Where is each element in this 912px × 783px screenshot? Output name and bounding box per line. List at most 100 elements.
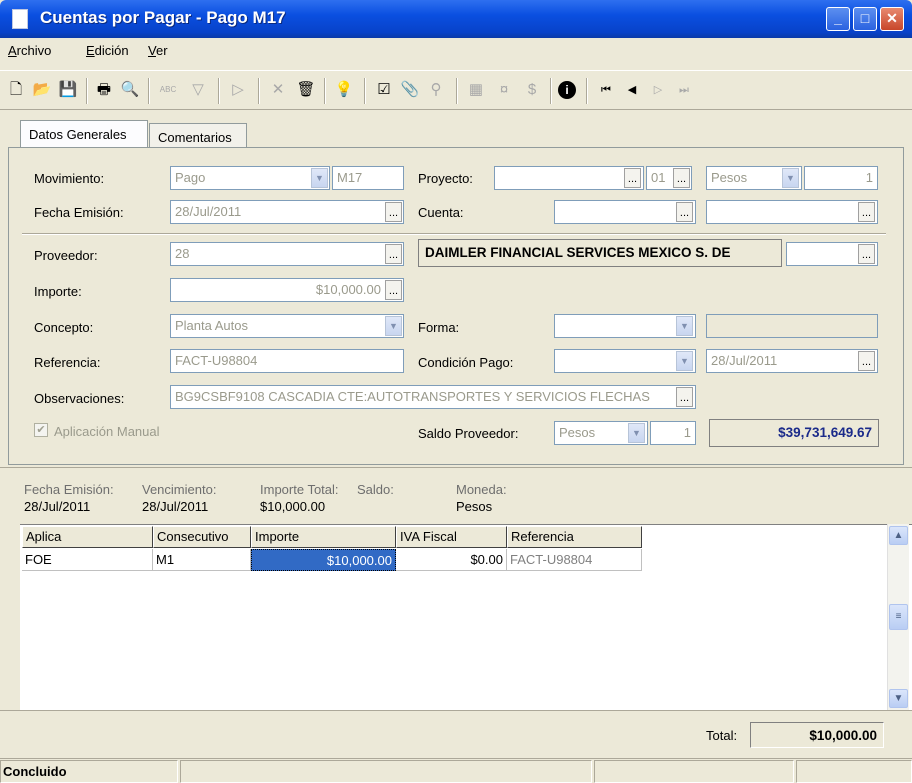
movimiento-select[interactable]: Pago [170, 166, 330, 190]
last-record-icon[interactable]: ⏭ [674, 80, 694, 100]
menu-edicion[interactable]: Edición [86, 43, 129, 58]
paperclip-icon[interactable]: 📎 [400, 80, 420, 100]
maximize-button[interactable]: □ [853, 7, 877, 31]
column-header-iva-fiscal[interactable]: IVA Fiscal [396, 526, 507, 548]
chevron-down-icon[interactable]: ▼ [676, 351, 693, 371]
cuenta-name-input[interactable] [706, 200, 878, 224]
close-button[interactable]: ✕ [880, 7, 904, 31]
menu-archivo[interactable]: Archivo [8, 43, 51, 58]
chevron-down-icon[interactable]: ▼ [311, 168, 328, 188]
print-icon[interactable]: 🖶 [94, 80, 114, 100]
toolbar-separator [456, 78, 458, 104]
scroll-thumb[interactable]: ≡ [889, 604, 908, 630]
chevron-down-icon[interactable]: ▼ [628, 423, 645, 443]
table-cell-aplica[interactable]: FOE [22, 549, 153, 571]
referencia-input[interactable]: FACT-U98804 [170, 349, 404, 373]
vencimiento-calendar-button[interactable]: ... [858, 351, 875, 371]
fecha-emision-input[interactable]: 28/Jul/2011 [170, 200, 404, 224]
minimize-button[interactable]: _ [826, 7, 850, 31]
tab-label: Datos Generales [29, 127, 127, 142]
lightbulb-icon[interactable]: 💡 [334, 80, 354, 100]
status-panel [796, 760, 912, 783]
vencimiento-value: 28/Jul/2011 [142, 499, 209, 514]
scroll-down-icon[interactable]: ▼ [889, 689, 908, 708]
observaciones-input[interactable]: BG9CSBF9108 CASCADIA CTE:AUTOTRANSPORTES… [170, 385, 696, 409]
forma-detail [706, 314, 878, 338]
column-header-consecutivo[interactable]: Consecutivo [153, 526, 251, 548]
table-cell-referencia[interactable]: FACT-U98804 [507, 549, 642, 571]
tab-datos-generales[interactable]: Datos Generales [20, 120, 148, 148]
play-icon[interactable]: ▷ [228, 80, 248, 100]
concepto-select[interactable]: Planta Autos [170, 314, 404, 338]
aplicacion-manual-checkbox[interactable]: ✔ [34, 423, 48, 437]
saldo-proveedor-label: Saldo Proveedor: [418, 426, 519, 441]
proveedor-lookup-button[interactable]: ... [385, 244, 402, 264]
saldo-header: Saldo: [357, 482, 394, 497]
table-cell-consecutivo[interactable]: M1 [153, 549, 251, 571]
cuenta-name-lookup-button[interactable]: ... [858, 202, 875, 222]
forma-select[interactable] [554, 314, 696, 338]
referencia-label: Referencia: [34, 355, 101, 370]
column-header-aplica[interactable]: Aplica [22, 526, 153, 548]
attach-icon[interactable]: ⚲ [426, 80, 446, 100]
next-record-icon[interactable]: ▷ [648, 80, 668, 100]
proyecto-input[interactable] [494, 166, 644, 190]
movimiento-label: Movimiento: [34, 171, 105, 186]
saldo-tipo-cambio: 1 [650, 421, 696, 445]
proyecto-label: Proyecto: [418, 171, 473, 186]
concepto-label: Concepto: [34, 320, 94, 335]
condicion-pago-select[interactable] [554, 349, 696, 373]
info-icon[interactable]: i [558, 81, 576, 99]
table-cell-importe[interactable]: $10,000.00 [251, 549, 396, 571]
vencimiento-input[interactable]: 28/Jul/2011 [706, 349, 878, 373]
proyecto-code-lookup-button[interactable]: ... [673, 168, 690, 188]
trash-icon[interactable]: 🗑 [296, 80, 316, 100]
observaciones-label: Observaciones: [34, 391, 125, 406]
cancel-icon[interactable]: ✕ [268, 80, 288, 100]
cuenta-input[interactable] [554, 200, 696, 224]
column-header-referencia[interactable]: Referencia [507, 526, 642, 548]
spellcheck-icon[interactable]: ABC [158, 80, 178, 100]
fecha-emision-calendar-button[interactable]: ... [385, 202, 402, 222]
status-panel [594, 760, 794, 783]
importe-input[interactable]: $10,000.00 [170, 278, 404, 302]
proveedor-extra-lookup-button[interactable]: ... [858, 244, 875, 264]
dollar-icon[interactable]: $ [522, 80, 542, 100]
previous-record-icon[interactable]: ◀ [622, 80, 642, 100]
column-header-importe[interactable]: Importe [251, 526, 396, 548]
observaciones-lookup-button[interactable]: ... [676, 387, 693, 407]
new-document-icon[interactable]: 🗋 [6, 80, 26, 100]
tab-comentarios[interactable]: Comentarios [149, 123, 247, 148]
toolbar-separator [218, 78, 220, 104]
chevron-down-icon[interactable]: ▼ [385, 316, 402, 336]
toolbar-separator [586, 78, 588, 104]
toolbar-separator [86, 78, 88, 104]
condicion-pago-label: Condición Pago: [418, 355, 514, 370]
filter-icon[interactable]: ▽ [188, 80, 208, 100]
checkbox-icon[interactable]: ☑ [374, 80, 394, 100]
print-preview-icon[interactable]: 🔍 [120, 80, 140, 100]
first-record-icon[interactable]: ⏮ [596, 80, 616, 100]
chevron-down-icon[interactable]: ▼ [676, 316, 693, 336]
fecha-emision-value: 28/Jul/2011 [24, 499, 91, 514]
toolbar-separator [550, 78, 552, 104]
proveedor-label: Proveedor: [34, 248, 98, 263]
proyecto-lookup-button[interactable]: ... [624, 168, 641, 188]
total-label: Total: [706, 728, 738, 743]
currency-icon[interactable]: ¤ [494, 80, 514, 100]
save-icon[interactable]: 💾 [58, 80, 78, 100]
importe-calculator-button[interactable]: ... [385, 280, 402, 300]
menu-ver[interactable]: Ver [148, 43, 168, 58]
proveedor-input[interactable]: 28 [170, 242, 404, 266]
table-cell-iva-fiscal[interactable]: $0.00 [396, 549, 507, 571]
window-title: Cuentas por Pagar - Pago M17 [40, 8, 286, 27]
calculator-icon[interactable]: ▦ [466, 80, 486, 100]
open-folder-icon[interactable]: 📂 [32, 80, 52, 100]
moneda-value: Pesos [456, 499, 493, 514]
tipo-cambio-input[interactable]: 1 [804, 166, 878, 190]
fecha-emision-label: Fecha Emisión: [34, 205, 124, 220]
chevron-down-icon[interactable]: ▼ [782, 168, 799, 188]
cuenta-lookup-button[interactable]: ... [676, 202, 693, 222]
scroll-up-icon[interactable]: ▲ [889, 526, 908, 545]
status-text: Concluido [0, 760, 178, 783]
